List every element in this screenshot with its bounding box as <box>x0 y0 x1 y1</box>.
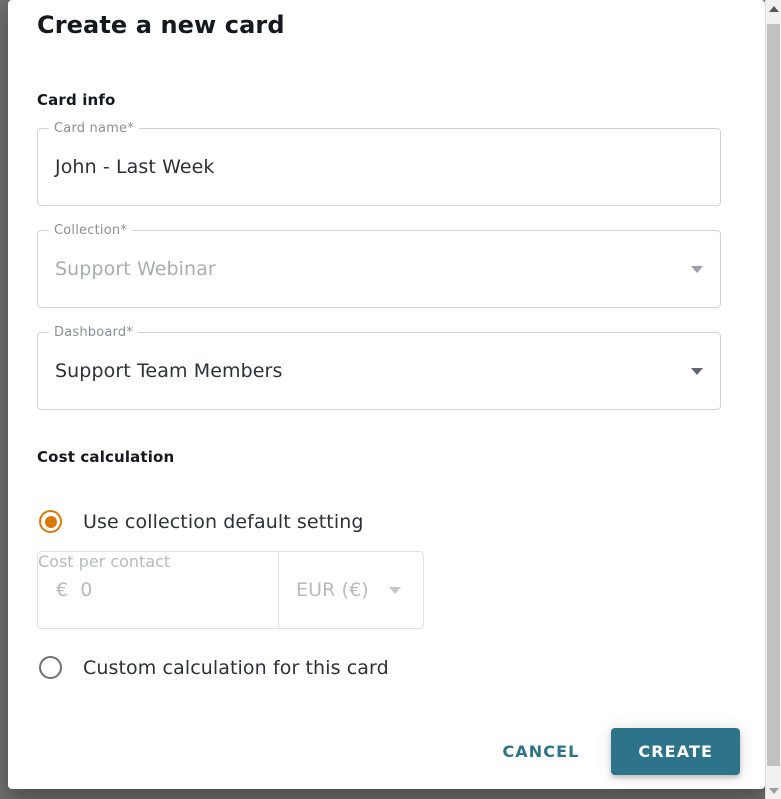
cost-amount-group: € 0 <box>56 579 92 601</box>
dashboard-value: Support Team Members <box>55 360 283 382</box>
cost-per-contact-label: Cost per contact <box>38 552 171 571</box>
cost-amount-value[interactable]: 0 <box>80 579 92 601</box>
section-heading-cost-calculation: Cost calculation <box>37 448 175 466</box>
chevron-down-icon[interactable] <box>691 368 703 375</box>
required-asterisk: * <box>127 121 134 136</box>
radio-option-use-collection-default[interactable]: Use collection default setting <box>39 510 364 533</box>
create-card-dialog: Create a new card Card info Card name* J… <box>8 0 765 789</box>
card-name-value[interactable]: John - Last Week <box>55 156 215 178</box>
chevron-down-icon[interactable] <box>691 266 703 273</box>
dialog-title: Create a new card <box>37 11 285 39</box>
scroll-up-arrow-icon <box>768 5 779 12</box>
radio-option-custom-calculation[interactable]: Custom calculation for this card <box>39 656 389 679</box>
required-asterisk: * <box>126 325 134 340</box>
scrollbar-thumb[interactable] <box>767 24 780 766</box>
cost-per-contact-field[interactable]: Cost per contact € 0 EUR (€) <box>37 551 424 629</box>
collection-select[interactable]: Collection* Support Webinar <box>37 223 721 308</box>
dialog-body: Card info Card name* John - Last Week Co… <box>8 60 765 729</box>
collection-label: Collection* <box>49 223 133 238</box>
collection-value: Support Webinar <box>55 258 216 280</box>
window-scrollbar[interactable] <box>765 0 781 799</box>
field-divider <box>278 552 279 628</box>
scroll-down-arrow-icon <box>768 787 779 794</box>
euro-symbol-icon: € <box>56 579 69 601</box>
radio-button-selected-icon[interactable] <box>39 510 62 533</box>
create-button[interactable]: CREATE <box>611 727 740 775</box>
cancel-button[interactable]: CANCEL <box>494 732 587 771</box>
scrollbar-up-button[interactable] <box>766 0 781 17</box>
dialog-footer: CANCEL CREATE <box>8 723 765 779</box>
dashboard-select[interactable]: Dashboard* Support Team Members <box>37 325 721 410</box>
card-name-field[interactable]: Card name* John - Last Week <box>37 121 721 206</box>
dashboard-label: Dashboard* <box>49 325 139 340</box>
required-asterisk: * <box>120 223 128 238</box>
radio-label-custom-calculation: Custom calculation for this card <box>83 656 389 679</box>
scrollbar-down-button[interactable] <box>766 782 781 799</box>
section-heading-card-info: Card info <box>37 91 116 109</box>
card-name-label: Card name* <box>49 121 139 136</box>
radio-button-unselected-icon[interactable] <box>39 656 62 679</box>
chevron-down-icon[interactable] <box>389 587 401 594</box>
radio-label-use-collection-default: Use collection default setting <box>83 510 364 533</box>
currency-select-value[interactable]: EUR (€) <box>296 579 369 601</box>
